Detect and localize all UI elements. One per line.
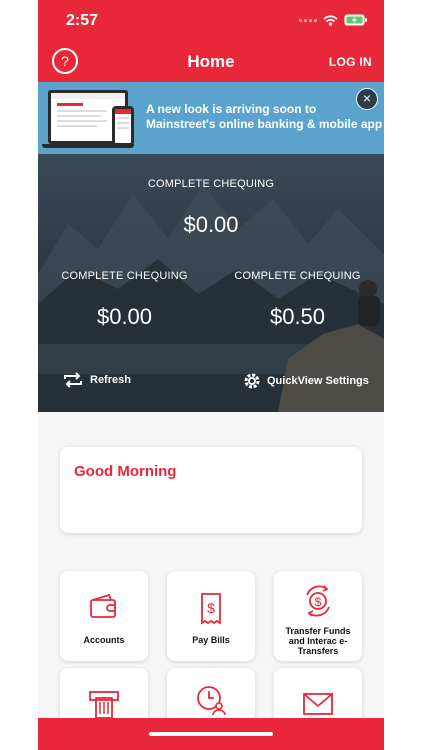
status-time: 2:57 [66,12,99,29]
account-name-2: COMPLETE CHEQUING [61,270,188,282]
announcement-banner[interactable]: A new look is arriving soon to Mainstree… [38,82,384,154]
phone-screen: 2:57 ? Home LOG IN A new look is arrivin… [38,0,384,750]
envelope-icon [303,693,333,715]
tile-transfer-funds-label: Transfer Funds and Interac e-Transfers [285,626,351,656]
transfer-icon: $ [306,585,330,617]
bottom-bar [38,718,384,750]
home-indicator[interactable] [149,732,273,736]
gear-icon [244,373,260,389]
signal-icon [299,18,317,22]
banner-text: A new look is arriving soon to Mainstree… [146,102,383,131]
status-icons [299,14,368,26]
greeting-text: Good Morning [74,463,177,480]
account-balance-1: $0.00 [183,212,239,237]
banner-screens-illustration [42,88,141,152]
greeting-card: Good Morning [60,447,362,533]
tile-transfer-funds[interactable]: $ Transfer Funds and Interac e-Transfers [274,571,362,661]
tile-accounts[interactable]: Accounts [60,571,148,661]
clock-person-icon [197,686,226,716]
header: 2:57 ? Home LOG IN [38,0,384,82]
wifi-icon [323,14,338,26]
quickview-settings-label: QuickView Settings [267,375,369,387]
quickview-panel: COMPLETE CHEQUING $0.00 COMPLETE CHEQUIN… [38,154,384,412]
wallet-icon [90,593,116,618]
quickview-settings-button[interactable]: QuickView Settings [243,372,369,390]
refresh-label: Refresh [90,374,131,386]
banner-close-button[interactable]: × [356,88,378,110]
login-button[interactable]: LOG IN [329,55,372,69]
svg-text:$: $ [315,595,322,609]
account-name-3: COMPLETE CHEQUING [234,270,361,282]
account-balance-3: $0.50 [269,304,326,329]
tile-accounts-label: Accounts [83,635,125,645]
account-balance-2: $0.00 [96,304,153,329]
account-name-1: COMPLETE CHEQUING [147,178,275,190]
bill-icon: $ [201,593,221,625]
refresh-icon [64,372,82,388]
refresh-button[interactable]: Refresh [62,372,131,388]
svg-text:$: $ [207,600,215,616]
battery-icon [344,14,367,26]
tile-pay-bills-label: Pay Bills [192,635,230,645]
atm-icon [89,691,119,719]
tile-pay-bills[interactable]: $ Pay Bills [167,571,255,661]
